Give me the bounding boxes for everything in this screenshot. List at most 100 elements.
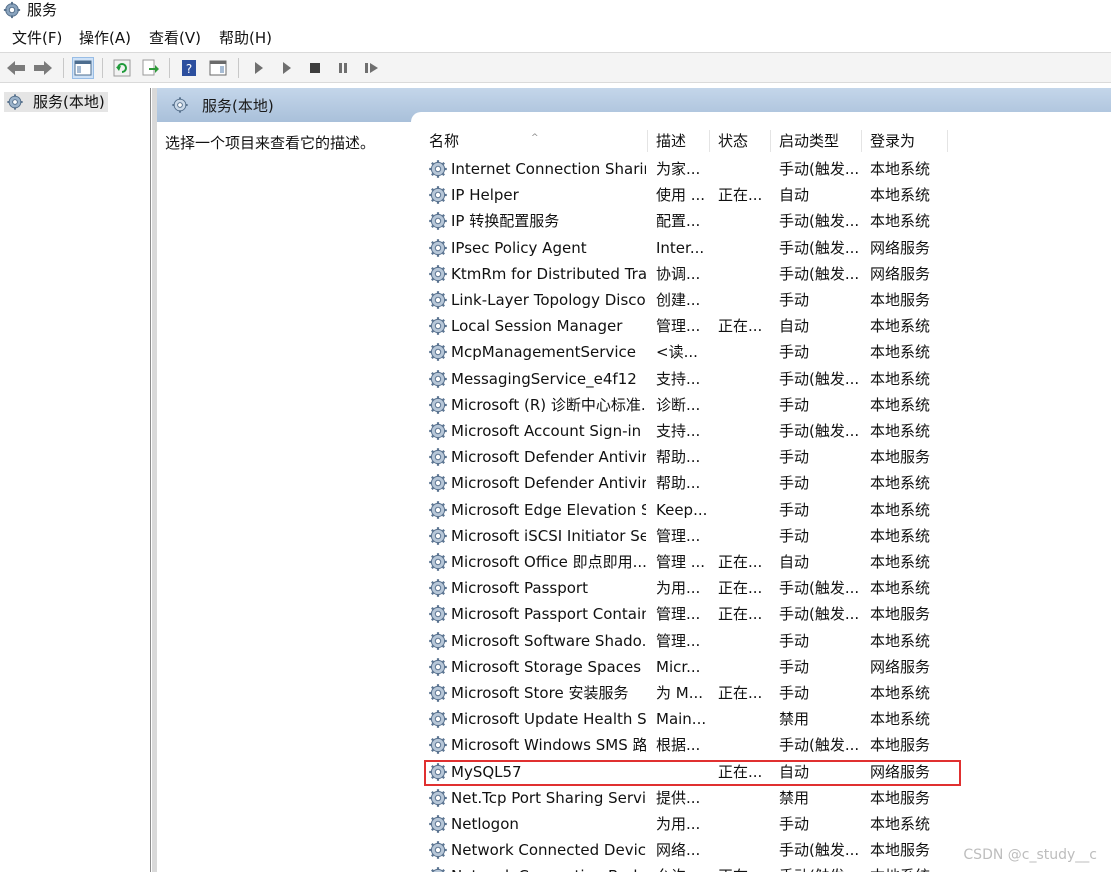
service-log-on-as: 本地系统: [870, 684, 931, 702]
service-name: Microsoft Software Shado...: [451, 631, 646, 650]
service-row[interactable]: Microsoft Passport Container 管理... 正在... 手动…: [421, 601, 1111, 627]
service-row[interactable]: Net.Tcp Port Sharing Service 提供... 禁用 本地服务: [421, 785, 1111, 811]
service-startup-type: 手动: [779, 395, 810, 414]
highlight-box: [424, 760, 961, 786]
tree-item-services-local[interactable]: 服务(本地): [4, 92, 108, 112]
service-row[interactable]: Microsoft (R) 诊断中心标准... 诊断... 手动 本地系统: [421, 392, 1111, 418]
service-row[interactable]: Microsoft Defender Antivir... 帮助... 手动 本地服务: [421, 444, 1111, 470]
service-startup-type: 手动(触发...: [779, 264, 860, 283]
service-description: 为 M...: [656, 684, 704, 702]
service-log-on-as: 本地系统: [870, 212, 931, 231]
services-gear-icon: [7, 94, 23, 110]
service-row[interactable]: Microsoft Windows SMS 路... 根据... 手动(触发... 本…: [421, 732, 1111, 758]
service-gear-icon: [429, 788, 447, 807]
service-status: 正在...: [718, 866, 770, 872]
service-row[interactable]: Microsoft Store 安装服务 为 M... 正在... 手动 本地系统: [421, 680, 1111, 706]
services-pane: 服务(本地) 选择一个项目来查看它的描述。 名称 ^ 描述 状态 启动类型 登录…: [157, 88, 1111, 872]
service-description: 配置...: [656, 212, 701, 231]
description-text: 选择一个项目来查看它的描述。: [165, 134, 376, 152]
column-header-log-on-as[interactable]: 登录为: [862, 130, 948, 152]
service-gear-icon: [429, 317, 447, 335]
service-status: 正在...: [718, 605, 763, 624]
help-icon[interactable]: ?: [178, 57, 200, 79]
service-startup-type: 手动: [779, 291, 810, 309]
service-name: Microsoft Update Health S...: [451, 710, 646, 729]
service-gear-icon: [429, 422, 447, 440]
service-row[interactable]: IP 转换配置服务 配置... 手动(触发... 本地系统: [421, 208, 1111, 234]
service-row[interactable]: Microsoft Account Sign-in ... 支持... 手动(触发.…: [421, 418, 1111, 444]
service-log-on-as: 网络服务: [870, 238, 931, 257]
service-row[interactable]: Microsoft iSCSI Initiator Ser... 管理... 手动 本…: [421, 523, 1111, 549]
menu-help[interactable]: 帮助(H): [219, 28, 272, 48]
service-row[interactable]: McpManagementService <读... 手动 本地系统: [421, 339, 1111, 365]
service-status: 正在...: [718, 186, 763, 205]
service-description: 使用 ...: [656, 186, 706, 205]
service-row[interactable]: Network Connection Broker 允许... 正在... 手动(触发…: [421, 863, 1111, 872]
service-name: Netlogon: [451, 815, 519, 833]
service-row[interactable]: Microsoft Office 即点即用... 管理 ... 正在... 自动 本地系…: [421, 549, 1111, 575]
service-row[interactable]: KtmRm for Distributed Tra... 协调... 手动(触发..…: [421, 261, 1111, 287]
column-header-label: 名称: [429, 132, 460, 150]
service-description: 网络...: [656, 841, 701, 860]
service-status: 正在...: [718, 553, 763, 571]
service-startup-type: 手动: [779, 684, 810, 702]
service-row[interactable]: MessagingService_e4f12 支持... 手动(触发... 本地系统: [421, 366, 1111, 392]
service-startup-type: 禁用: [779, 788, 810, 807]
service-description: Inter...: [656, 238, 705, 257]
column-header-name[interactable]: 名称 ^: [421, 130, 648, 152]
service-description: 为家...: [656, 160, 701, 178]
service-gear-icon: [429, 579, 447, 597]
service-name: Microsoft Office 即点即用...: [451, 553, 646, 571]
service-log-on-as: 本地服务: [870, 788, 931, 807]
column-header-label: 启动类型: [779, 132, 840, 150]
show-hide-console-tree-icon[interactable]: [72, 57, 94, 79]
service-row[interactable]: Microsoft Storage Spaces S... Micr... 手动 网络…: [421, 654, 1111, 680]
service-row[interactable]: Microsoft Update Health S... Main... 禁用 本地系…: [421, 706, 1111, 732]
service-row[interactable]: Microsoft Passport 为用... 正在... 手动(触发... 本地系统: [421, 575, 1111, 601]
menu-file[interactable]: 文件(F): [12, 28, 62, 48]
service-row[interactable]: Internet Connection Sharin... 为家... 手动(触发.…: [421, 156, 1111, 182]
column-header-description[interactable]: 描述: [648, 130, 710, 152]
service-description: 帮助...: [656, 474, 701, 493]
service-row[interactable]: IP Helper 使用 ... 正在... 自动 本地系统: [421, 182, 1111, 208]
service-row[interactable]: Link-Layer Topology Disco... 创建... 手动 本地服务: [421, 287, 1111, 313]
service-name: Microsoft Passport: [451, 579, 588, 598]
service-description: 诊断...: [656, 395, 701, 414]
stop-service-icon[interactable]: [304, 57, 326, 79]
service-row[interactable]: Microsoft Edge Elevation S... Keep... 手动 本地…: [421, 497, 1111, 523]
service-row[interactable]: Local Session Manager 管理... 正在... 自动 本地系统: [421, 313, 1111, 339]
column-header-status[interactable]: 状态: [710, 130, 771, 152]
service-startup-type: 手动: [779, 657, 810, 676]
back-icon[interactable]: [5, 57, 27, 79]
service-name: Network Connection Broker: [451, 866, 646, 872]
service-description: 为用...: [656, 579, 701, 598]
menu-action[interactable]: 操作(A): [79, 28, 131, 48]
service-row[interactable]: Microsoft Defender Antivir... 帮助... 手动 本地系统: [421, 470, 1111, 496]
refresh-icon[interactable]: [111, 57, 133, 79]
service-description: 提供...: [656, 788, 701, 807]
start-service-alt-icon[interactable]: [276, 57, 298, 79]
properties-pane-icon[interactable]: [207, 57, 229, 79]
pause-service-icon[interactable]: [332, 57, 354, 79]
column-header-startup-type[interactable]: 启动类型: [771, 130, 862, 152]
sort-ascending-icon: ^: [531, 133, 539, 143]
service-name: Microsoft Passport Container: [451, 605, 646, 624]
service-name: Net.Tcp Port Sharing Service: [451, 788, 646, 807]
service-row[interactable]: Netlogon 为用... 手动 本地系统: [421, 811, 1111, 837]
service-status: 正在...: [718, 684, 763, 702]
service-row[interactable]: IPsec Policy Agent Inter... 手动(触发... 网络服务: [421, 235, 1111, 261]
menu-view[interactable]: 查看(V): [149, 28, 201, 48]
tab-notch: [411, 112, 1111, 124]
service-description: 管理 ...: [656, 553, 706, 571]
service-log-on-as: 本地服务: [870, 841, 931, 860]
service-gear-icon: [429, 736, 447, 755]
service-row[interactable]: Microsoft Software Shado... 管理... 手动 本地系统: [421, 628, 1111, 654]
toolbar-separator: [169, 58, 170, 78]
export-list-icon[interactable]: [139, 57, 161, 79]
service-gear-icon: [429, 186, 447, 204]
service-gear-icon: [429, 684, 447, 702]
menu-bar: 文件(F) 操作(A) 查看(V) 帮助(H): [0, 24, 1111, 51]
resume-service-icon[interactable]: [361, 57, 383, 79]
start-service-icon[interactable]: [248, 57, 270, 79]
forward-icon[interactable]: [32, 57, 54, 79]
